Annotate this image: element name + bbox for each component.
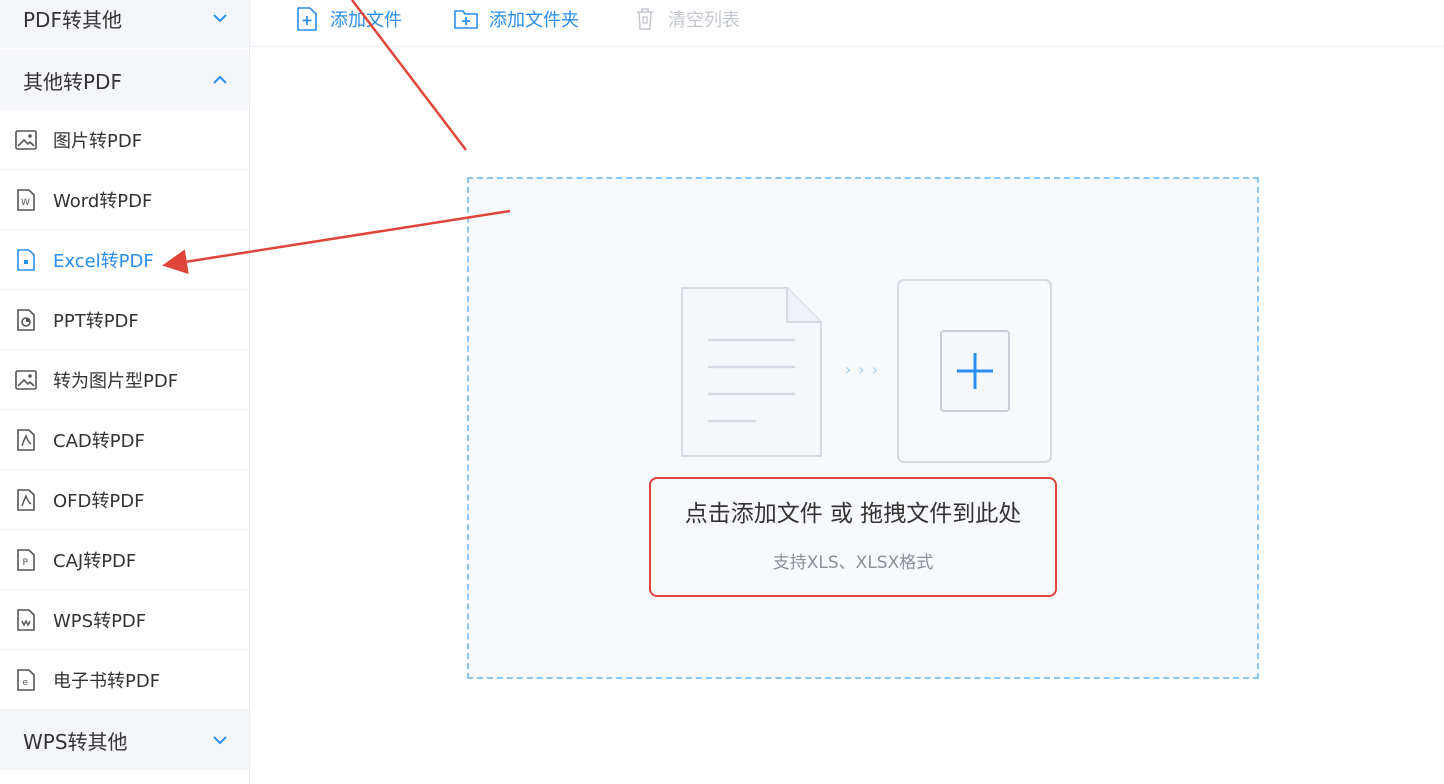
add-file-label: 添加文件: [330, 10, 402, 31]
wps-file-icon: [13, 607, 39, 633]
svg-text:W: W: [21, 198, 30, 208]
sidebar-item-ofd-to-pdf[interactable]: OFD转PDF: [0, 470, 249, 530]
chevron-down-icon: [211, 9, 229, 27]
group-label: 其他转PDF: [23, 69, 122, 94]
ppt-file-icon: [13, 307, 39, 333]
add-folder-icon: [453, 6, 479, 32]
sidebar-item-image-to-pdf[interactable]: 图片转PDF: [0, 110, 249, 170]
group-label: PDF转其他: [23, 7, 122, 32]
group-pdf-to-other[interactable]: PDF转其他: [0, 0, 249, 48]
sidebar: PDF转其他 其他转PDF 图片转PDF W Word转PDF Excel转PD…: [0, 0, 250, 784]
drop-zone-format-hint: 支持XLS、XLSX格式: [772, 553, 934, 573]
sidebar-item-label: CAJ转PDF: [53, 550, 137, 572]
add-folder-button[interactable]: 添加文件夹: [453, 0, 579, 38]
sidebar-item-label: Excel转PDF: [53, 250, 154, 272]
group-other-to-pdf[interactable]: 其他转PDF: [0, 50, 249, 110]
pdf-file-icon: [13, 487, 39, 513]
chevron-up-icon: [211, 71, 229, 89]
clear-list-label: 清空列表: [668, 10, 740, 31]
sidebar-item-to-image-pdf[interactable]: 转为图片型PDF: [0, 350, 249, 410]
add-file-icon: [294, 6, 320, 32]
sidebar-item-label: 图片转PDF: [53, 130, 143, 152]
sidebar-item-ppt-to-pdf[interactable]: PPT转PDF: [0, 290, 249, 350]
sidebar-item-label: PPT转PDF: [53, 310, 139, 332]
word-file-icon: W: [13, 187, 39, 213]
sidebar-item-label: 电子书转PDF: [53, 670, 161, 692]
caj-file-icon: P: [13, 547, 39, 573]
svg-text:P: P: [23, 558, 29, 568]
svg-text:e: e: [23, 678, 29, 688]
add-file-button[interactable]: 添加文件: [294, 0, 402, 38]
sidebar-item-word-to-pdf[interactable]: W Word转PDF: [0, 170, 249, 230]
toolbar: 添加文件 添加文件夹 清空列表: [250, 0, 1444, 47]
sidebar-item-excel-to-pdf[interactable]: Excel转PDF: [0, 230, 249, 290]
sidebar-item-caj-to-pdf[interactable]: P CAJ转PDF: [0, 530, 249, 590]
clear-list-button[interactable]: 清空列表: [632, 0, 740, 38]
image-file-icon: [13, 127, 39, 153]
sidebar-item-wps-to-pdf[interactable]: WPS转PDF: [0, 590, 249, 650]
sidebar-item-label: OFD转PDF: [53, 490, 145, 512]
sidebar-item-label: WPS转PDF: [53, 610, 147, 632]
drop-zone-main-text[interactable]: 点击添加文件 或 拖拽文件到此处: [649, 494, 1057, 528]
trash-icon: [632, 6, 658, 32]
flow-arrows-icon: › › ›: [844, 360, 880, 379]
excel-file-icon: [13, 247, 39, 273]
group-wps-to-other[interactable]: WPS转其他: [0, 710, 249, 770]
ebook-file-icon: e: [13, 667, 39, 693]
file-drop-zone[interactable]: [467, 177, 1259, 679]
group-label: WPS转其他: [23, 729, 128, 754]
pdf-file-icon: [13, 427, 39, 453]
sidebar-item-label: Word转PDF: [53, 190, 153, 212]
image-file-icon: [13, 367, 39, 393]
sidebar-item-ebook-to-pdf[interactable]: e 电子书转PDF: [0, 650, 249, 710]
sidebar-item-label: 转为图片型PDF: [53, 370, 179, 392]
chevron-down-icon: [211, 731, 229, 749]
add-folder-label: 添加文件夹: [489, 10, 579, 31]
sidebar-item-label: CAD转PDF: [53, 430, 145, 452]
sidebar-item-cad-to-pdf[interactable]: CAD转PDF: [0, 410, 249, 470]
